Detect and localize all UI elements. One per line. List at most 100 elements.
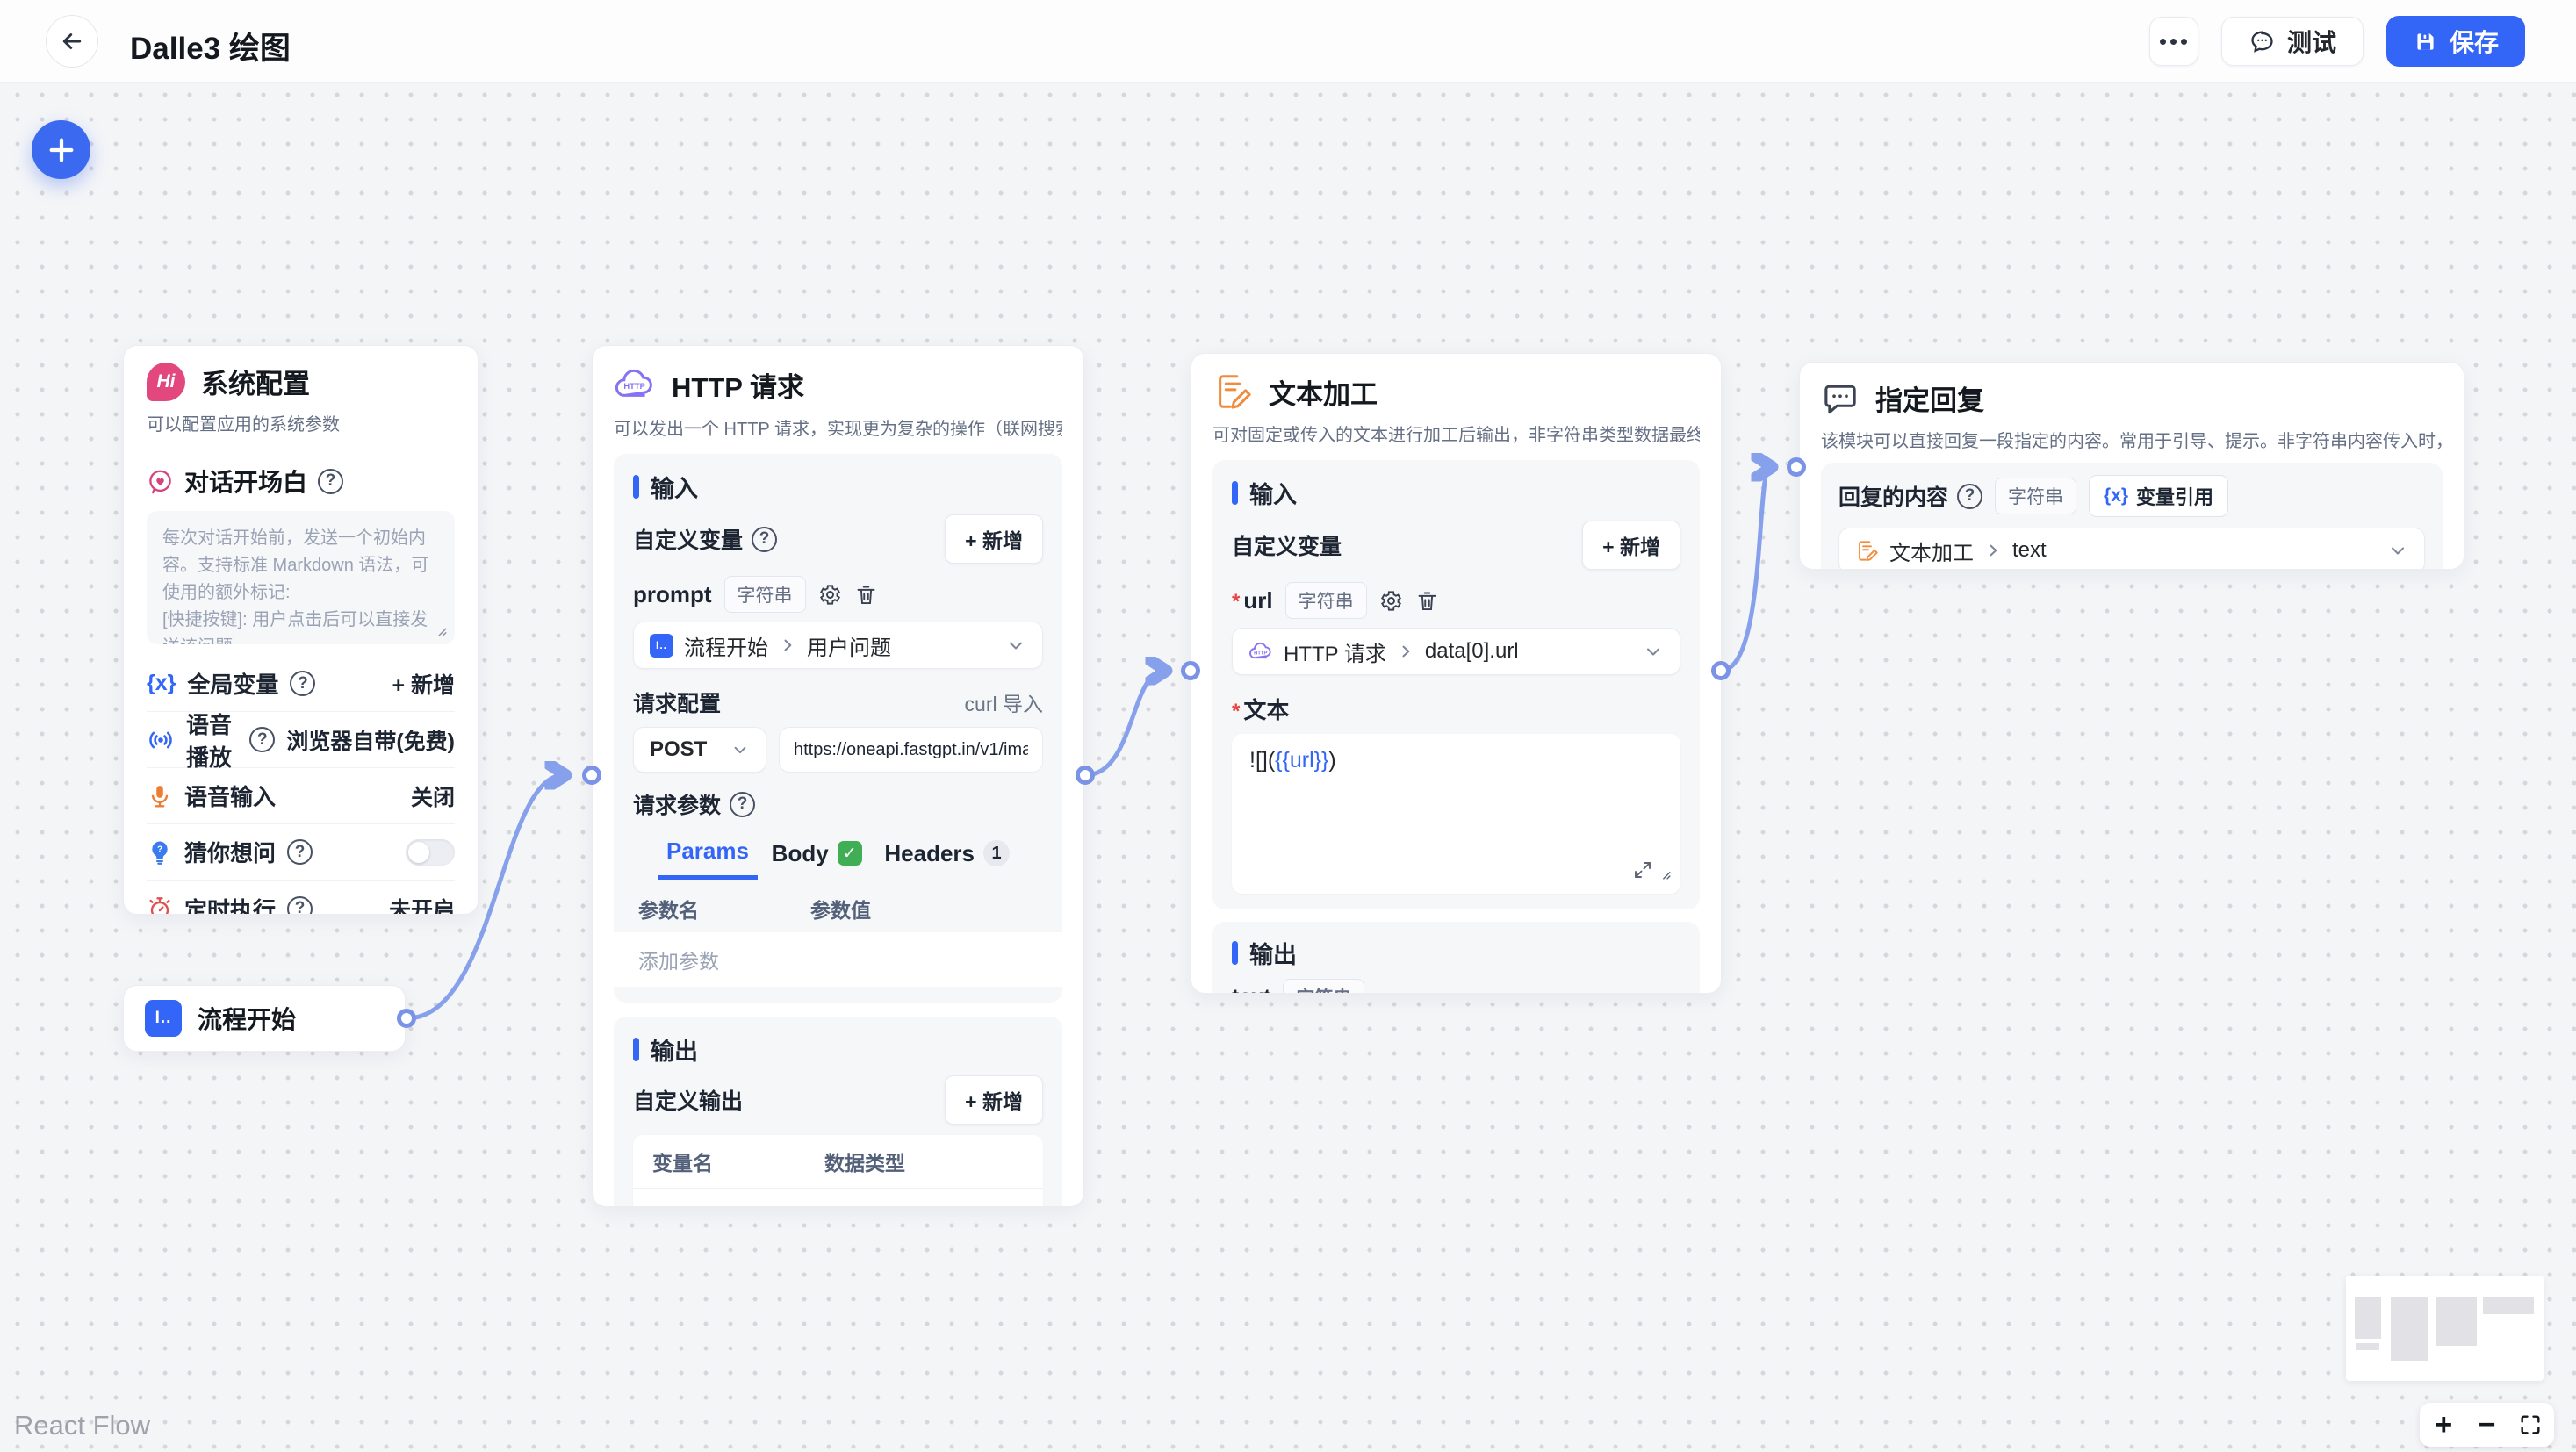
prompt-source-select[interactable]: I.. 流程开始 用户问题: [633, 622, 1043, 669]
add-variable-button[interactable]: + 新增: [392, 668, 455, 700]
handle-source-flow-start[interactable]: [397, 1009, 416, 1028]
output-var-name: data[0].url: [652, 1206, 824, 1207]
type-tag: 字符串: [1284, 582, 1367, 619]
tts-value: 浏览器自带(免费): [286, 729, 455, 754]
help-icon[interactable]: [318, 468, 344, 494]
reply-source-select[interactable]: 文本加工 text: [1838, 528, 2425, 569]
handle-source-http-request[interactable]: [1076, 766, 1095, 785]
resize-handle-icon[interactable]: [1657, 861, 1672, 887]
broadcast-icon: [147, 726, 175, 754]
variable-reference-tag[interactable]: 变量引用: [2089, 475, 2229, 517]
tab-headers[interactable]: Headers 1: [875, 835, 1018, 878]
ref-tag-label: 变量引用: [2136, 486, 2214, 508]
node-title: 指定回复: [1875, 385, 1984, 416]
node-desc: 可对固定或传入的文本进行加工后输出，非字符串类型数据最终会转成字符串类型。: [1212, 426, 1700, 445]
node-desc: 可以配置应用的系统参数: [147, 415, 340, 435]
node-specified-reply[interactable]: 指定回复 该模块可以直接回复一段指定的内容。常用于引导、提示。非字符串内容传入时…: [1799, 362, 2464, 570]
resize-handle-icon[interactable]: [432, 622, 448, 642]
config-row-scheduled-run[interactable]: 定时执行 未开启: [147, 881, 455, 915]
handle-source-text-edit[interactable]: [1711, 661, 1731, 680]
text-output-card: 输出 text 字符串: [1212, 922, 1700, 994]
col-param-name: 参数名: [638, 899, 699, 922]
variable-name: url: [1243, 586, 1273, 614]
tab-headers-label: Headers: [884, 839, 975, 866]
url-input[interactable]: [779, 727, 1043, 773]
voice-input-value: 关闭: [410, 785, 455, 810]
ref-field: 用户问题: [807, 636, 891, 660]
chevron-right-icon: [779, 636, 796, 654]
zoom-out-button[interactable]: −: [2468, 1404, 2507, 1446]
url-source-select[interactable]: HTTP HTTP 请求 data[0].url: [1232, 628, 1680, 675]
method-select[interactable]: POST: [633, 727, 766, 773]
config-row-global-vars[interactable]: 全局变量 + 新增: [147, 656, 455, 712]
svg-text:HTTP: HTTP: [623, 381, 644, 391]
welcome-textarea[interactable]: [147, 511, 455, 644]
node-http-request[interactable]: HTTP HTTP 请求 可以发出一个 HTTP 请求，实现更为复杂的操作（联网…: [592, 345, 1084, 1207]
node-flow-start[interactable]: I.. 流程开始: [123, 985, 406, 1052]
add-variable-button[interactable]: + 新增: [1582, 521, 1680, 570]
node-desc: 可以发出一个 HTTP 请求，实现更为复杂的操作（联网搜索、数据库查询等）: [614, 420, 1062, 439]
canvas-controls: + −: [2420, 1403, 2554, 1447]
flow-start-mini-icon: I..: [650, 633, 673, 658]
curl-import-button[interactable]: curl 导入: [965, 687, 1043, 717]
row-label: 定时执行: [184, 896, 277, 915]
expand-icon[interactable]: [1632, 859, 1653, 887]
text-template-textarea[interactable]: ![]({{url}}): [1232, 734, 1680, 894]
fit-view-button[interactable]: [2511, 1404, 2550, 1446]
row-label: 语音播放: [186, 711, 233, 771]
section-label: 输入: [1249, 482, 1297, 508]
guess-question-toggle[interactable]: [406, 838, 455, 866]
help-icon[interactable]: [249, 727, 276, 752]
chevron-down-icon: [2387, 540, 2408, 561]
scheduled-run-value: 未开启: [388, 898, 455, 915]
more-menu-button[interactable]: [2148, 17, 2198, 66]
config-row-guess-question[interactable]: ? 猜你想问: [147, 824, 455, 881]
gear-icon[interactable]: [950, 1206, 975, 1207]
help-icon[interactable]: [752, 526, 778, 552]
node-desc: 该模块可以直接回复一段指定的内容。常用于引导、提示。非字符串内容传入时，会转成字…: [1821, 432, 2443, 451]
handle-target-http-request[interactable]: [582, 766, 601, 785]
gear-icon[interactable]: [818, 583, 842, 607]
help-icon[interactable]: [1957, 483, 1983, 509]
template-prefix: ![](: [1249, 748, 1276, 773]
add-param-row[interactable]: 添加参数: [614, 932, 1062, 987]
back-button[interactable]: [46, 15, 98, 68]
handle-target-text-edit[interactable]: [1181, 661, 1200, 680]
gear-icon[interactable]: [1379, 589, 1403, 613]
tab-params[interactable]: Params: [658, 832, 758, 880]
node-title: 文本加工: [1269, 378, 1378, 410]
plus-icon: [47, 135, 76, 165]
chat-heart-icon: [147, 468, 174, 495]
node-system-config[interactable]: Hi 系统配置 可以配置应用的系统参数 对话开场白 ? 每次对话开始前，发送一个…: [123, 345, 479, 915]
save-button[interactable]: 保存: [2385, 16, 2525, 67]
flow-canvas[interactable]: Hi 系统配置 可以配置应用的系统参数 对话开场白 ? 每次对话开始前，发送一个…: [0, 0, 2576, 1452]
test-button[interactable]: 测试: [2220, 17, 2364, 66]
zoom-in-button[interactable]: +: [2424, 1404, 2463, 1446]
handle-target-specified-reply[interactable]: [1787, 457, 1806, 477]
help-icon[interactable]: [730, 791, 756, 817]
add-output-button[interactable]: + 新增: [945, 1075, 1043, 1125]
add-node-button[interactable]: [32, 120, 90, 179]
headers-count-badge: 1: [983, 840, 1010, 866]
method-value: POST: [650, 737, 708, 761]
config-row-tts[interactable]: 语音播放 浏览器自带(免费): [147, 712, 455, 771]
save-label: 保存: [2449, 29, 2499, 56]
required-asterisk: *: [1232, 589, 1241, 614]
trash-icon[interactable]: [998, 1206, 1024, 1207]
tab-body[interactable]: Body: [763, 835, 871, 878]
help-icon[interactable]: [290, 671, 316, 696]
output-name: text: [1232, 985, 1270, 994]
help-icon[interactable]: [287, 895, 313, 914]
template-suffix: ): [1328, 748, 1336, 773]
config-row-voice-input[interactable]: 语音输入 关闭: [147, 768, 455, 824]
request-tabs: Params Body Headers 1: [633, 832, 1043, 880]
workflow-editor: Hi 系统配置 可以配置应用的系统参数 对话开场白 ? 每次对话开始前，发送一个…: [0, 0, 2576, 1452]
node-text-edit[interactable]: 文本加工 可对固定或传入的文本进行加工后输出，非字符串类型数据最终会转成字符串类…: [1191, 353, 1722, 994]
chevron-down-icon: [1643, 641, 1664, 662]
minimap[interactable]: [2346, 1276, 2544, 1381]
add-variable-button[interactable]: + 新增: [945, 514, 1043, 564]
trash-icon[interactable]: [854, 583, 878, 607]
help-icon[interactable]: [287, 839, 313, 865]
trash-icon[interactable]: [1415, 589, 1439, 613]
col-param-value: 参数值: [810, 899, 871, 922]
